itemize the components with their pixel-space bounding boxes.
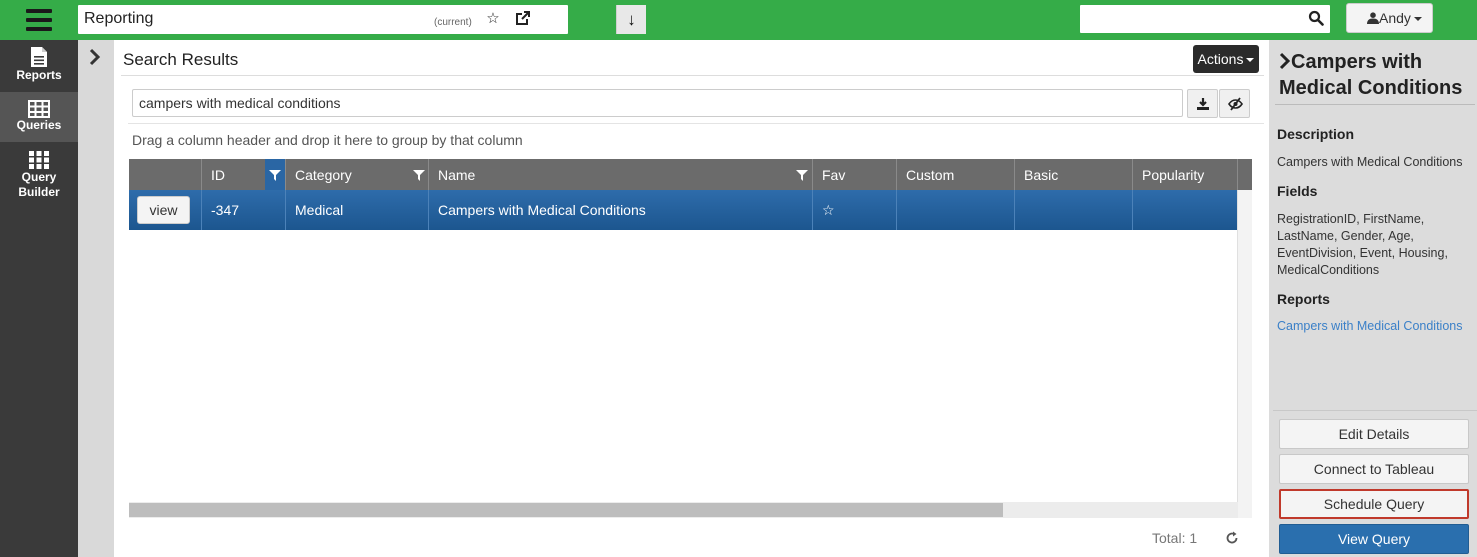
global-search-input[interactable] [1084,6,1304,32]
search-icon[interactable] [1308,10,1324,26]
connect-to-tableau-button[interactable]: Connect to Tableau [1279,454,1469,484]
export-button[interactable] [1187,89,1218,118]
column-header-custom[interactable]: Custom [896,159,1014,190]
divider [1275,104,1475,105]
app-title: Reporting [84,10,154,27]
sidebar-item-label: Reports [16,68,62,82]
divider [1273,410,1477,411]
total-count: Total: 1 [1152,530,1198,546]
user-name: Andy [1379,4,1422,32]
column-header-fav[interactable]: Fav [812,159,896,190]
query-search-input[interactable] [133,90,1173,116]
refresh-icon[interactable] [1225,531,1239,545]
column-header-actions [129,159,201,190]
column-header-category[interactable]: Category [285,159,428,190]
divider [121,75,1264,76]
chevron-down-icon [1413,17,1422,22]
column-header-basic[interactable]: Basic [1014,159,1132,190]
reports-heading: Reports [1277,291,1330,307]
actions-button[interactable]: Actions [1193,45,1259,73]
description-text: Campers with Medical Conditions [1277,155,1463,169]
download-arrow-icon[interactable]: ↓ [616,5,646,34]
sidebar-item-queries[interactable]: Queries [0,92,78,142]
filter-icon[interactable] [413,170,425,181]
filter-icon[interactable] [796,170,808,181]
report-link[interactable]: Campers with Medical Conditions [1277,319,1463,333]
cell-popularity [1132,190,1237,230]
details-panel: Campers with Medical Conditions Descript… [1269,40,1477,557]
user-icon [1367,12,1379,24]
column-header-popularity[interactable]: Popularity [1132,159,1237,190]
edit-details-button[interactable]: Edit Details [1279,419,1469,449]
details-title: Campers with Medical Conditions [1279,51,1463,99]
column-header-spacer [1237,159,1252,190]
grid-header: ID Category Name Fav Custom Basic Popula… [129,159,1252,190]
schedule-query-button[interactable]: Schedule Query [1279,489,1469,519]
hamburger-menu-icon[interactable] [26,9,52,31]
divider [128,123,1264,124]
description-heading: Description [1277,126,1355,142]
cell-custom [896,190,1014,230]
download-icon [1197,98,1209,110]
global-search-box [1080,5,1330,33]
query-search-field [132,89,1183,117]
left-sidebar: Reports Queries Query Builder [0,40,78,557]
horizontal-scrollbar[interactable] [129,502,1238,518]
page-title: Search Results [123,50,239,69]
sidebar-item-label: Queries [16,118,62,132]
cell-category: Medical [285,190,428,230]
chevron-right-icon[interactable] [88,48,102,66]
chevron-down-icon [1246,58,1255,63]
eye-slash-icon [1228,97,1243,111]
column-header-id[interactable]: ID [201,159,285,190]
cell-fav: ☆ [812,190,896,230]
app-switcher[interactable]: Reporting (current) ☆ ↓ [78,5,646,34]
sidebar-item-label: Query Builder [18,170,60,199]
view-button[interactable]: view [137,196,190,224]
favorite-star-icon[interactable]: ☆ [822,202,835,218]
cell-name: Campers with Medical Conditions [428,190,812,230]
collapse-column [78,40,114,557]
fields-heading: Fields [1277,183,1318,199]
scrollbar-thumb[interactable] [129,503,1003,517]
table-icon [28,100,50,118]
fields-text: RegistrationID, FirstName, LastName, Gen… [1277,212,1448,277]
cell-id: -347 [201,190,285,230]
view-query-button[interactable]: View Query [1279,524,1469,554]
row-action-cell: view [129,190,201,230]
star-icon[interactable]: ☆ [483,9,503,29]
search-results-panel: Search Results Actions Drag a column hea… [114,40,1269,557]
table-row[interactable]: view -347 Medical Campers with Medical C… [129,190,1237,230]
toggle-visibility-button[interactable] [1219,89,1250,118]
top-bar: Reporting (current) ☆ ↓ Andy [0,0,1477,40]
sidebar-item-query-builder[interactable]: Query Builder [0,150,78,210]
app-current-label: (current) [434,17,472,28]
sidebar-item-reports[interactable]: Reports [0,46,78,92]
results-grid: ID Category Name Fav Custom Basic Popula… [129,159,1252,519]
external-link-icon[interactable] [513,9,533,29]
vertical-scrollbar[interactable] [1237,190,1252,518]
column-header-name[interactable]: Name [428,159,812,190]
user-menu-button[interactable]: Andy [1346,3,1433,33]
document-icon [31,47,47,67]
grid-icon [29,151,49,169]
group-by-hint: Drag a column header and drop it here to… [132,132,523,148]
id-filter-active[interactable] [265,159,285,190]
filter-icon [269,170,281,181]
chevron-right-icon[interactable] [1279,52,1291,70]
cell-basic [1014,190,1132,230]
